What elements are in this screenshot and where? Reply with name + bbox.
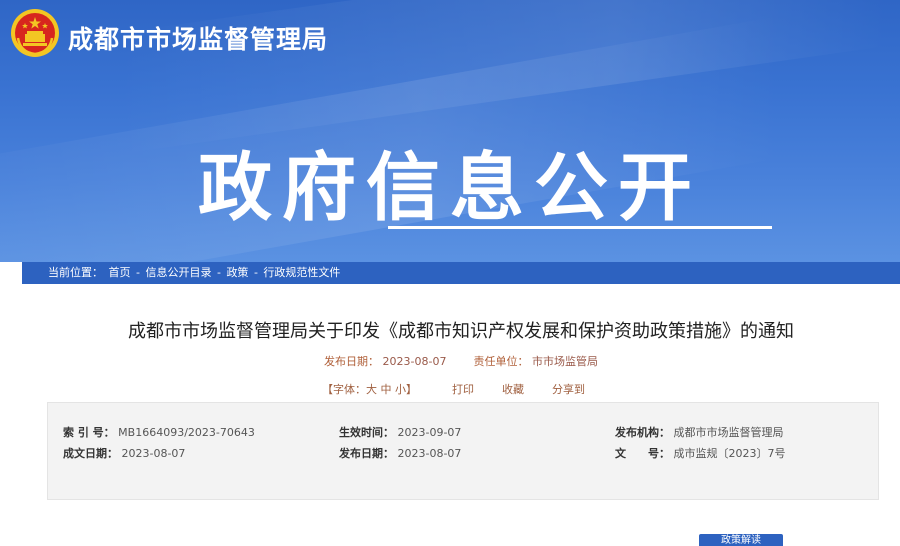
breadcrumb-item-home[interactable]: 首页 [109, 266, 131, 279]
breadcrumb-bar: 当前位置： 首页 - 信息公开目录 - 政策 - 行政规范性文件 [22, 262, 900, 284]
index-number-label: 索 引 号： [63, 426, 115, 439]
share-button[interactable]: 分享到 [552, 381, 585, 397]
issuing-org-value: 成都市市场监督管理局 [673, 426, 784, 439]
article-title: 成都市市场监督管理局关于印发《成都市知识产权发展和保护资助政策措施》的通知 [128, 321, 794, 342]
publish-date-label: 发布日期： [324, 355, 380, 368]
written-date: 成文日期： 2023-08-07 [63, 445, 185, 461]
breadcrumb-item-catalog[interactable]: 信息公开目录 [145, 266, 211, 279]
headline-underline [388, 226, 772, 229]
national-emblem-icon [11, 9, 59, 57]
document-number-label: 文 号： [615, 447, 670, 460]
written-date-label: 成文日期： [63, 447, 118, 460]
issuing-org-label: 发布机构： [615, 426, 670, 439]
release-date-value: 2023-08-07 [397, 447, 462, 460]
publish-date-value: 2023-08-07 [382, 355, 447, 368]
effective-time-value: 2023-09-07 [397, 426, 462, 439]
breadcrumb-separator: - [253, 266, 262, 279]
breadcrumb: 当前位置： 首页 - 信息公开目录 - 政策 - 行政规范性文件 [22, 262, 900, 284]
effective-time-label: 生效时间： [339, 426, 394, 439]
index-number: 索 引 号： MB1664093/2023-70643 [63, 424, 255, 440]
font-size-control[interactable]: 【字体：大 中 小】 [322, 381, 417, 397]
breadcrumb-separator: - [136, 266, 144, 279]
unit-label: 责任单位： [473, 355, 529, 368]
article-meta: 发布日期： 2023-08-07 责任单位： 市市场监管局 [22, 353, 900, 369]
content-panel: 成都市市场监督管理局关于印发《成都市知识产权发展和保护资助政策措施》的通知 发布… [22, 284, 900, 546]
release-date-label: 发布日期： [339, 447, 394, 460]
document-info-box: 索 引 号： MB1664093/2023-70643 生效时间： 2023-0… [47, 402, 879, 500]
header-banner: 成都市市场监督管理局 政府信息公开 [0, 0, 900, 262]
favorite-button[interactable]: 收藏 [502, 381, 524, 397]
breadcrumb-separator: - [216, 266, 225, 279]
written-date-value: 2023-08-07 [121, 447, 186, 460]
index-number-value: MB1664093/2023-70643 [118, 426, 255, 439]
banner-headline: 政府信息公开 [198, 145, 702, 231]
effective-time: 生效时间： 2023-09-07 [339, 424, 461, 440]
document-number: 文 号： 成市监规〔2023〕7号 [615, 445, 786, 461]
breadcrumb-item-normative-docs[interactable]: 行政规范性文件 [263, 266, 340, 279]
unit-value: 市市场监管局 [531, 355, 598, 368]
site-title[interactable]: 成都市市场监督管理局 [68, 20, 328, 56]
print-button[interactable]: 打印 [452, 381, 474, 397]
release-date: 发布日期： 2023-08-07 [339, 445, 461, 461]
breadcrumb-prefix: 当前位置： [48, 266, 103, 279]
issuing-org: 发布机构： 成都市市场监督管理局 [615, 424, 784, 440]
breadcrumb-item-policy[interactable]: 政策 [226, 266, 248, 279]
policy-interpretation-button[interactable]: 政策解读 [699, 534, 783, 546]
document-number-value: 成市监规〔2023〕7号 [673, 447, 786, 460]
